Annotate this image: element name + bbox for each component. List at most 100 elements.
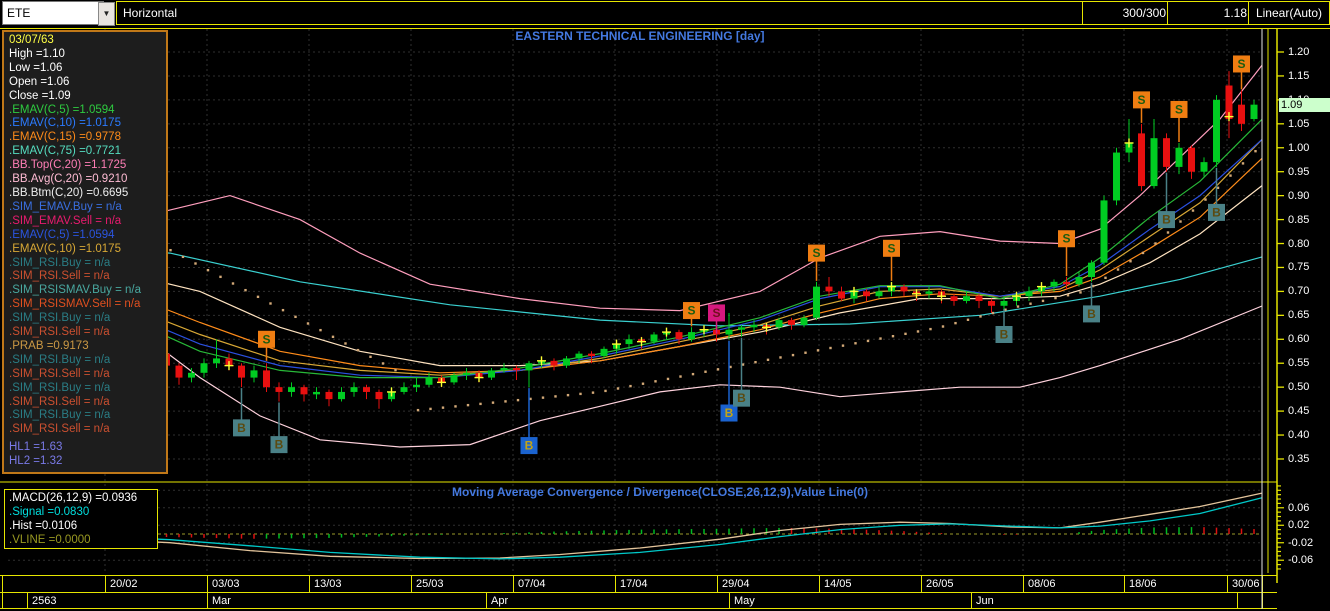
prab-dot: [879, 337, 882, 340]
candle-down: [1138, 133, 1145, 187]
candle-up: [875, 291, 883, 297]
prab-dot: [841, 344, 845, 347]
prab-dot: [454, 405, 457, 408]
marker-letter: B: [275, 438, 284, 452]
candle-up: [750, 324, 758, 328]
candle-up: [1250, 104, 1258, 120]
candle-up: [1050, 281, 1058, 287]
prab-dot: [1166, 231, 1170, 234]
indicator-row: .BB.Top(C,20) =1.1725: [9, 159, 127, 172]
candle-down: [1163, 138, 1170, 167]
candle-up: [500, 368, 508, 371]
prab-dot: [754, 360, 757, 364]
candle-down: [863, 291, 870, 297]
candle-up: [1025, 291, 1033, 297]
candle-up: [725, 329, 733, 335]
last-price-badge: 1.09: [1279, 97, 1330, 112]
price-axis-label: 0.90: [1288, 189, 1310, 202]
prab-dot: [256, 295, 260, 299]
price-axis-label: 0.55: [1288, 357, 1310, 370]
prab-dot: [169, 248, 172, 252]
candle-up: [925, 291, 933, 294]
candle-up: [1200, 162, 1208, 172]
indicator-data-panel: 03/07/63 High =1.10 Low =1.06 Open =1.06 Clo…: [2, 30, 168, 474]
macd-legend-row: .MACD(26,12,9) =0.0936: [9, 492, 138, 504]
candle-up: [800, 317, 808, 325]
indicator-row: .SIM_RSI.Sell = n/a: [9, 270, 110, 283]
candle-up: [350, 387, 358, 392]
prab-dot: [791, 353, 795, 357]
prab-dot: [954, 321, 957, 325]
indicator-row: .SIM_RSI.Buy = n/a: [9, 353, 111, 366]
prab-dot: [979, 315, 982, 318]
price-axis-label: 0.65: [1288, 309, 1310, 322]
candle-down: [1063, 281, 1070, 285]
marker-letter: S: [1137, 93, 1145, 107]
price-axis-label: 0.70: [1288, 285, 1310, 298]
marker-letter: S: [1062, 232, 1070, 246]
macd-legend-row: .VLINE =0.0000: [9, 534, 91, 546]
candle-up: [600, 348, 608, 357]
prab-dot: [294, 315, 297, 319]
indicator-row: .EMAV(C,5) =1.0594: [9, 103, 115, 116]
candle-down: [275, 387, 283, 392]
prab-dot: [779, 356, 782, 359]
marker-letter: S: [812, 246, 820, 260]
chart-canvas[interactable]: SS SS SSSSSBB BBBBBBB: [0, 0, 1330, 611]
indicator-row: .SIM_RSI.Buy = n/a: [9, 409, 111, 422]
prab-dot: [206, 268, 210, 272]
prab-dot: [269, 302, 272, 305]
prab-dot: [579, 392, 582, 396]
prab-dot: [616, 387, 620, 390]
indicator-row: .SIM_RSI.Buy = n/a: [9, 312, 111, 325]
prab-dot: [991, 311, 995, 315]
prab-dot: [679, 375, 682, 378]
price-axis-label: 1.15: [1288, 69, 1310, 82]
prab-dot: [394, 368, 397, 372]
prab-dot: [891, 334, 895, 338]
price-axis-label: 0.75: [1288, 261, 1310, 274]
candle-down: [588, 353, 595, 357]
prab-dot: [504, 400, 507, 403]
candle-up: [1150, 138, 1158, 187]
indicator-row: .EMAV(C,75) =0.7721: [9, 145, 121, 158]
macd-axis-label: -0.02: [1288, 536, 1314, 549]
charting-app: { "top_bar": { "symbol": "ETE", "mode": …: [0, 0, 1330, 611]
indicator-row: .SIM_RSI.Buy = n/a: [9, 256, 111, 269]
prab-dot: [429, 407, 432, 411]
candle-down: [788, 320, 795, 325]
marker-letter: S: [1237, 57, 1245, 71]
candle-up: [775, 320, 783, 328]
marker-letter: B: [1212, 205, 1221, 219]
candle-up: [738, 327, 745, 330]
prab-dot: [369, 355, 372, 358]
prab-dot: [516, 398, 520, 402]
prab-dot: [466, 403, 470, 407]
prab-dot: [441, 406, 445, 409]
prab-dot: [244, 288, 247, 292]
candle-up: [200, 363, 208, 373]
prab-dot: [231, 282, 235, 285]
candle-up: [338, 391, 345, 400]
prab-dot: [479, 402, 482, 406]
price-axis-label: 0.45: [1288, 405, 1310, 418]
macd-legend-panel: .MACD(26,12,9) =0.0936 .Signal =0.0830 .Hi…: [4, 489, 158, 549]
marker-letter: B: [525, 439, 534, 453]
candle-down: [1188, 147, 1195, 172]
prab-dot: [356, 348, 360, 352]
marker-letter: B: [1000, 327, 1009, 341]
indicator-row: .EMAV(C,5) =1.0594: [9, 228, 115, 241]
candle-up: [1213, 99, 1220, 163]
candle-down: [375, 391, 383, 400]
indicator-row: .BB.Btm(C,20) =0.6695: [9, 186, 129, 199]
candle-up: [1000, 300, 1008, 306]
price-axis-label: 1.20: [1288, 46, 1310, 58]
indicator-row: .SIM_RSI.Sell = n/a: [9, 367, 110, 380]
prab-dot: [591, 391, 595, 394]
candle-up: [1075, 277, 1083, 285]
marker-letter: B: [237, 421, 246, 435]
prab-dot: [1191, 209, 1195, 212]
candle-up: [288, 387, 295, 392]
prab-dot: [1066, 294, 1070, 297]
prab-dot: [1054, 296, 1057, 300]
